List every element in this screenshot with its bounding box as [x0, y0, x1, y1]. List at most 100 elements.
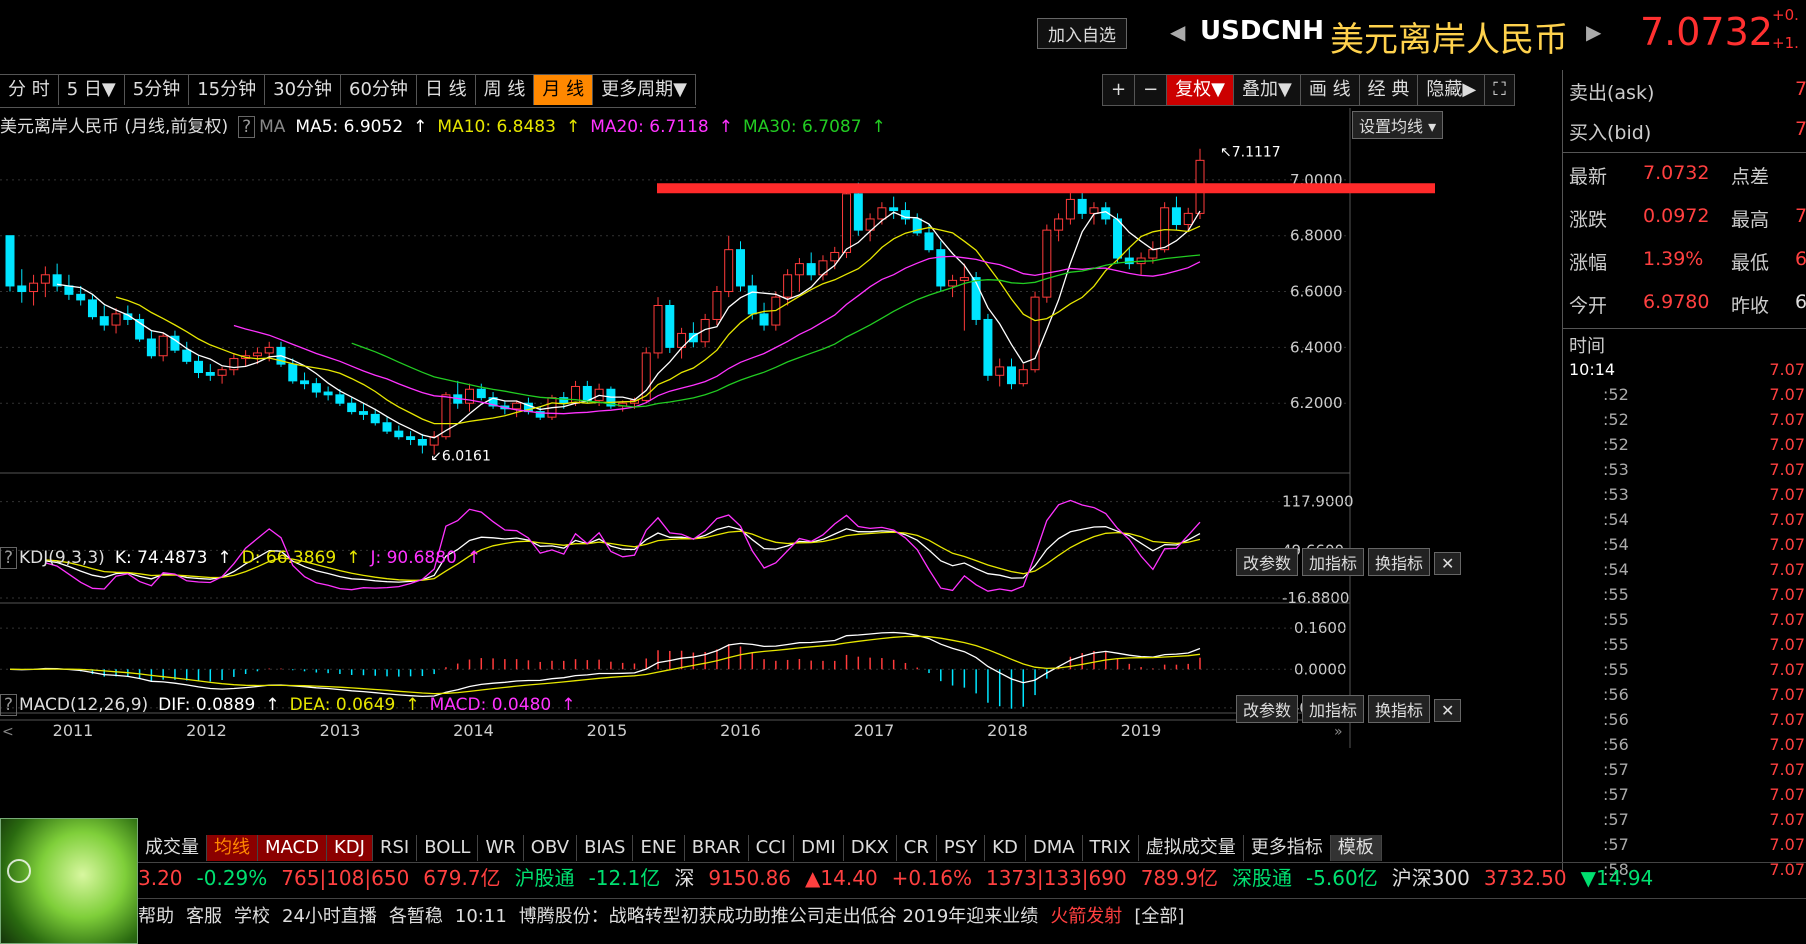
period-tab-5[interactable]: 60分钟 [341, 75, 417, 105]
indicator-tab-6[interactable]: WR [478, 835, 524, 861]
kdj-btn-1[interactable]: 加指标 [1302, 548, 1365, 576]
period-tab-9[interactable]: 更多周期▼ [593, 75, 696, 105]
tick-price: 7.07 [1769, 585, 1805, 604]
kdj-help-icon[interactable]: ? [0, 547, 18, 569]
latest-value: 7.0732 [1643, 162, 1710, 184]
kdj-btn-2[interactable]: 换指标 [1368, 548, 1431, 576]
status-item-0[interactable]: 帮助 [138, 906, 174, 927]
toolbar-button-7[interactable]: ⛶ [1484, 74, 1515, 106]
candle-body [64, 285, 74, 295]
high-label: 最高 [1731, 209, 1770, 231]
indicator-tab-17[interactable]: DMA [1026, 835, 1083, 861]
bid-label: 买入(bid) [1569, 122, 1652, 144]
candle-body [1065, 198, 1075, 220]
prev-symbol-icon[interactable]: ◀ [1170, 20, 1185, 44]
kdj-btn-0[interactable]: 改参数 [1236, 548, 1299, 576]
ma10-value: MA10: 6.8483 [437, 117, 556, 137]
candle-body [747, 285, 757, 315]
candle-body [759, 313, 769, 326]
indicator-tab-3[interactable]: KDJ [326, 835, 373, 861]
y-tick-label: 6.2000 [1290, 394, 1343, 412]
ticker-item: 沪深300 [1391, 866, 1470, 890]
ma-settings-button[interactable]: 设置均线 ▾ [1352, 111, 1444, 139]
status-item-7[interactable]: 火箭发射 [1050, 906, 1122, 927]
toolbar-button-0[interactable]: + [1102, 74, 1136, 106]
period-tab-4[interactable]: 30分钟 [265, 75, 342, 105]
tick-time: :54 [1603, 560, 1629, 579]
macd-btn-1[interactable]: 加指标 [1302, 695, 1365, 723]
indicator-tab-21[interactable]: 模板 [1330, 835, 1382, 861]
desktop-widget-icon[interactable] [0, 818, 138, 944]
toolbar-button-1[interactable]: − [1134, 74, 1168, 106]
status-item-8[interactable]: [全部] [1134, 906, 1184, 927]
macd-help-icon[interactable]: ? [0, 694, 18, 716]
period-tab-2[interactable]: 5分钟 [125, 75, 190, 105]
indicator-tab-2[interactable]: MACD [258, 835, 327, 861]
ma-legend: 美元离岸人民币 (月线,前复权)? MA MA5: 6.9052 ↑ MA10: 6.8… [0, 116, 886, 138]
x-tick-label: 2018 [987, 721, 1028, 740]
indicator-tab-13[interactable]: DKX [844, 835, 897, 861]
period-tab-6[interactable]: 日 线 [417, 75, 476, 105]
indicator-tab-0[interactable]: 成交量 [138, 835, 207, 861]
indicator-tab-19[interactable]: 虚拟成交量 [1139, 835, 1244, 861]
kdj-y-tick: 117.9000 [1282, 493, 1354, 511]
toolbar-button-6[interactable]: 隐藏▶ [1417, 74, 1486, 106]
candle-body [1171, 207, 1181, 226]
status-item-4[interactable]: 各暂稳 [389, 906, 443, 927]
indicator-tab-5[interactable]: BOLL [417, 835, 479, 861]
toolbar-button-4[interactable]: 画 线 [1299, 74, 1360, 106]
indicator-tab-14[interactable]: CR [897, 835, 937, 861]
candle-body [182, 349, 192, 362]
close-panel-icon[interactable]: ✕ [1434, 699, 1462, 722]
indicator-tab-12[interactable]: DMI [794, 835, 844, 861]
tick-row: :56 7.07 [1569, 682, 1805, 707]
tick-row: :54 7.07 [1569, 507, 1805, 532]
indicator-tab-15[interactable]: PSY [937, 835, 986, 861]
add-watchlist-button[interactable]: 加入自选 [1037, 18, 1127, 49]
indicator-tab-20[interactable]: 更多指标 [1244, 835, 1331, 861]
period-tab-3[interactable]: 15分钟 [189, 75, 266, 105]
candle-body [300, 380, 310, 385]
kdj-k: K: 74.4873 [114, 548, 208, 568]
period-tab-8[interactable]: 月 线 [534, 75, 594, 105]
toolbar-button-3[interactable]: 叠加▼ [1233, 74, 1301, 106]
candle-body [512, 402, 522, 410]
status-item-6[interactable]: 博腾股份：战略转型初获成功助推公司走出低谷 2019年迎来业绩 [519, 906, 1039, 927]
candle-body [146, 338, 156, 357]
status-item-2[interactable]: 学校 [234, 906, 270, 927]
macd-btn-0[interactable]: 改参数 [1236, 695, 1299, 723]
toolbar-button-2[interactable]: 复权▼ [1166, 74, 1235, 106]
indicator-tab-4[interactable]: RSI [373, 835, 418, 861]
indicator-tab-10[interactable]: BRAR [685, 835, 749, 861]
indicator-tab-16[interactable]: KD [985, 835, 1026, 861]
status-item-5[interactable]: 10:11 [455, 906, 507, 927]
tick-row: :53 7.07 [1569, 482, 1805, 507]
close-panel-icon[interactable]: ✕ [1434, 552, 1462, 575]
help-icon[interactable]: ? [238, 116, 256, 138]
toolbar-button-5[interactable]: 经 典 [1358, 74, 1419, 106]
status-item-3[interactable]: 24小时直播 [282, 906, 377, 927]
indicator-tab-1[interactable]: 均线 [207, 835, 258, 861]
period-tab-0[interactable]: 分 时 [0, 75, 59, 105]
period-tab-bar: 分 时5 日▼ 5分钟 15分钟 30分钟 60分钟日 线周 线月 线更多周期▼ [0, 74, 696, 108]
period-tab-1[interactable]: 5 日▼ [59, 75, 125, 105]
indicator-tab-9[interactable]: ENE [633, 835, 685, 861]
candle-body [358, 411, 368, 415]
candle-body [724, 249, 734, 293]
indicator-tab-18[interactable]: TRIX [1083, 835, 1139, 861]
tick-price: 7.07 [1769, 710, 1805, 729]
indicator-tab-11[interactable]: CCI [749, 835, 795, 861]
indicator-tab-8[interactable]: BIAS [577, 835, 634, 861]
candle-body [29, 282, 39, 293]
candle-body [924, 232, 934, 251]
ma30-value: MA30: 6.7087 [742, 117, 862, 137]
next-symbol-icon[interactable]: ▶ [1586, 20, 1601, 44]
period-tab-7[interactable]: 周 线 [476, 75, 535, 105]
macd-btn-2[interactable]: 换指标 [1368, 695, 1431, 723]
tick-time: :52 [1603, 435, 1629, 454]
tick-time: :52 [1603, 385, 1629, 404]
indicator-tab-7[interactable]: OBV [524, 835, 578, 861]
status-item-1[interactable]: 客服 [186, 906, 222, 927]
time-label: 时间 [1569, 336, 1605, 357]
indicator-tabs: 成交量 均线 MACD KDJ RSI BOLL WR OBV BIAS ENE BRAR CCI DM… [138, 835, 1382, 861]
